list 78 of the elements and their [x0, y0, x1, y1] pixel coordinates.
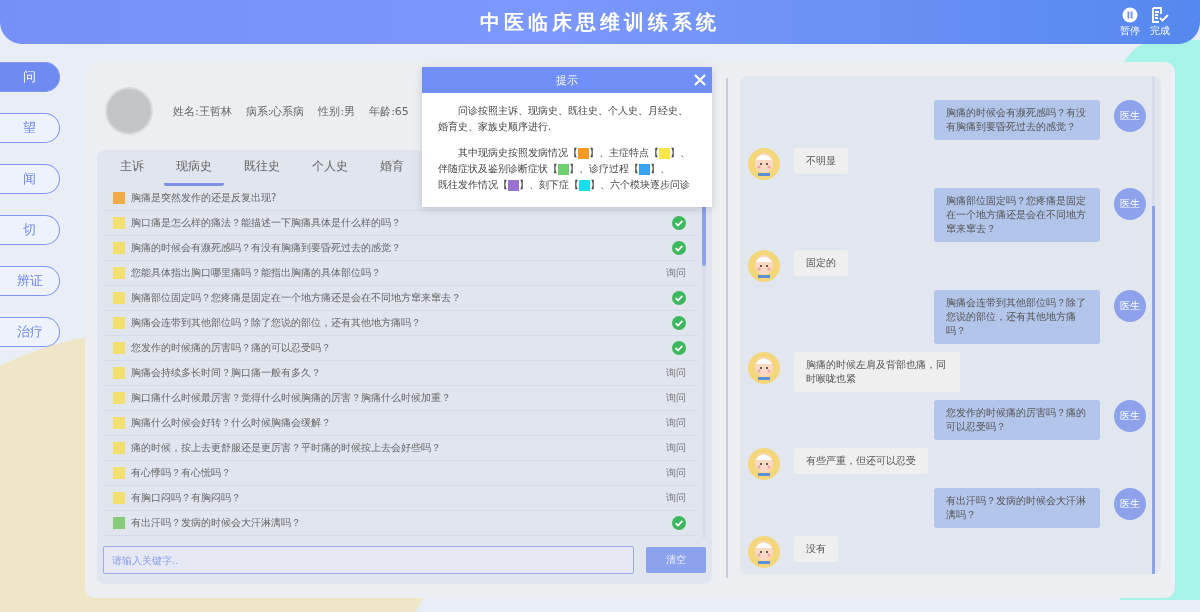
step-tab[interactable]: 治疗: [0, 317, 60, 347]
cartoon-avatar-icon: [748, 352, 780, 384]
patient-info-text: 病系:心系病: [245, 103, 305, 119]
question-text[interactable]: 胸痛部位固定吗？您疼痛是固定在一个地方痛还是会在不同地方窜来窜去？: [131, 291, 666, 305]
search-field[interactable]: 请输入关键字..: [103, 546, 634, 574]
ask-button[interactable]: 询问: [666, 391, 686, 405]
finish-button[interactable]: 完成: [1150, 6, 1170, 38]
question-text[interactable]: 胸口痛什么时候最厉害？觉得什么时候胸痛的厉害？胸痛什么时候加重？: [131, 391, 660, 405]
step-tab[interactable]: 辨证: [0, 266, 60, 296]
message-bubble: 不明显: [794, 148, 848, 174]
cartoon-avatar-icon: [748, 536, 780, 568]
legend-label: 】、: [650, 162, 670, 176]
legend-label: 伴随症状及鉴别诊断症状【: [438, 162, 558, 176]
message-bubble: 胸痛会连带到其他部位吗？除了您说的部位，还有其他地方痛吗？: [934, 290, 1100, 344]
doctor-avatar: 医生: [1114, 188, 1146, 220]
legend-label: 刻下症【: [539, 178, 579, 192]
ask-button[interactable]: 询问: [666, 416, 686, 430]
step-tab[interactable]: 望: [0, 113, 60, 143]
message-bubble: 胸痛的时候左肩及背部也痛，同时喉咙也紧: [794, 352, 960, 392]
photo-placeholder: [105, 87, 153, 135]
message-bubble: 您发作的时候痛的厉害吗？痛的可以忍受吗？: [934, 400, 1100, 440]
history-tab[interactable]: 婚育: [368, 150, 416, 186]
question-text[interactable]: 痛的时候，按上去更舒服还是更厉害？平时痛的时候按上去会好些吗？: [131, 441, 660, 455]
ask-button[interactable]: 询问: [666, 366, 686, 380]
cartoon-avatar-icon: [748, 148, 780, 180]
step-tab[interactable]: 问: [0, 62, 60, 92]
ask-button[interactable]: 询问: [666, 466, 686, 480]
patient-info-text: 性别:男: [318, 103, 356, 119]
question-text[interactable]: 胸痛会持续多长时间？胸口痛一般有多久？: [131, 366, 660, 380]
legend-label: 】、: [670, 146, 690, 160]
history-tab[interactable]: 个人史: [300, 150, 360, 186]
hint-text: 问诊按照主诉、现病史、既往史、个人史、月经史、婚育史、家族史顺序进行.: [438, 104, 689, 134]
question-text[interactable]: 胸痛什么时候会好转？什么时候胸痛会缓解？: [131, 416, 660, 430]
patient-info-text: 姓名:王哲林: [173, 103, 232, 119]
message-bubble: 有出汗吗？发病的时候会大汗淋漓吗？: [934, 488, 1100, 528]
doctor-avatar: 医生: [1114, 100, 1146, 132]
question-text[interactable]: 有出汗吗？发病的时候会大汗淋漓吗？: [131, 516, 666, 530]
legend-label: 】、: [590, 178, 610, 192]
message-bubble: 胸痛的时候会有濒死感吗？有没有胸痛到要昏死过去的感觉？: [934, 100, 1100, 140]
cartoon-avatar-icon: [748, 250, 780, 282]
legend-label: 发病情况【: [528, 146, 578, 160]
question-text[interactable]: 您发作的时候痛的厉害吗？痛的可以忍受吗？: [131, 341, 666, 355]
legend-label: 】、: [569, 162, 589, 176]
scrollbar[interactable]: [1152, 76, 1155, 574]
doctor-avatar: 医生: [1114, 488, 1146, 520]
patient-info-text: 年龄:65: [369, 103, 409, 119]
app-title: 中医临床思维训练系统: [479, 8, 721, 36]
dialog-title: 提示: [556, 72, 578, 88]
legend-label: 既往发作情况【: [438, 178, 508, 192]
legend-label: 】、: [519, 178, 539, 192]
doctor-avatar: 医生: [1114, 400, 1146, 432]
ask-button[interactable]: 询问: [666, 441, 686, 455]
question-text[interactable]: 您能具体指出胸口哪里痛吗？能指出胸痛的具体部位吗？: [131, 266, 660, 280]
legend-label: 诊疗过程【: [589, 162, 639, 176]
step-tab[interactable]: 切: [0, 215, 60, 245]
message-bubble: 没有: [794, 536, 838, 562]
ask-button[interactable]: 询问: [666, 491, 686, 505]
question-text[interactable]: 胸口痛是怎么样的痛法？能描述一下胸痛具体是什么样的吗？: [131, 216, 666, 230]
legend-label: 】、: [589, 146, 609, 160]
history-tab[interactable]: 主诉: [108, 150, 156, 186]
message-bubble: 胸痛部位固定吗？您疼痛是固定在一个地方痛还是会在不同地方窜来窜去？: [934, 188, 1100, 242]
question-text[interactable]: 胸痛会连带到其他部位吗？除了您说的部位，还有其他地方痛吗？: [131, 316, 666, 330]
message-bubble: 有些严重，但还可以忍受: [794, 448, 928, 474]
question-text[interactable]: 有心悸吗？有心慌吗？: [131, 466, 660, 480]
hint-text: 六个模块逐步问诊: [610, 178, 690, 192]
history-tab[interactable]: 既往史: [232, 150, 292, 186]
cartoon-avatar-icon: [748, 448, 780, 480]
step-tab[interactable]: 闻: [0, 164, 60, 194]
doctor-avatar: 医生: [1114, 290, 1146, 322]
close-icon[interactable]: [694, 74, 706, 86]
question-text[interactable]: 胸痛的时候会有濒死感吗？有没有胸痛到要昏死过去的感觉？: [131, 241, 666, 255]
pause-button[interactable]: 暂停: [1120, 6, 1140, 38]
message-bubble: 固定的: [794, 250, 848, 276]
legend-label: 主症特点【: [609, 146, 659, 160]
history-tab[interactable]: 现病史: [164, 150, 224, 186]
ask-button[interactable]: 询问: [666, 266, 686, 280]
hint-text: 其中现病史按照: [457, 146, 528, 160]
question-text[interactable]: 有胸口闷吗？有胸闷吗？: [131, 491, 660, 505]
